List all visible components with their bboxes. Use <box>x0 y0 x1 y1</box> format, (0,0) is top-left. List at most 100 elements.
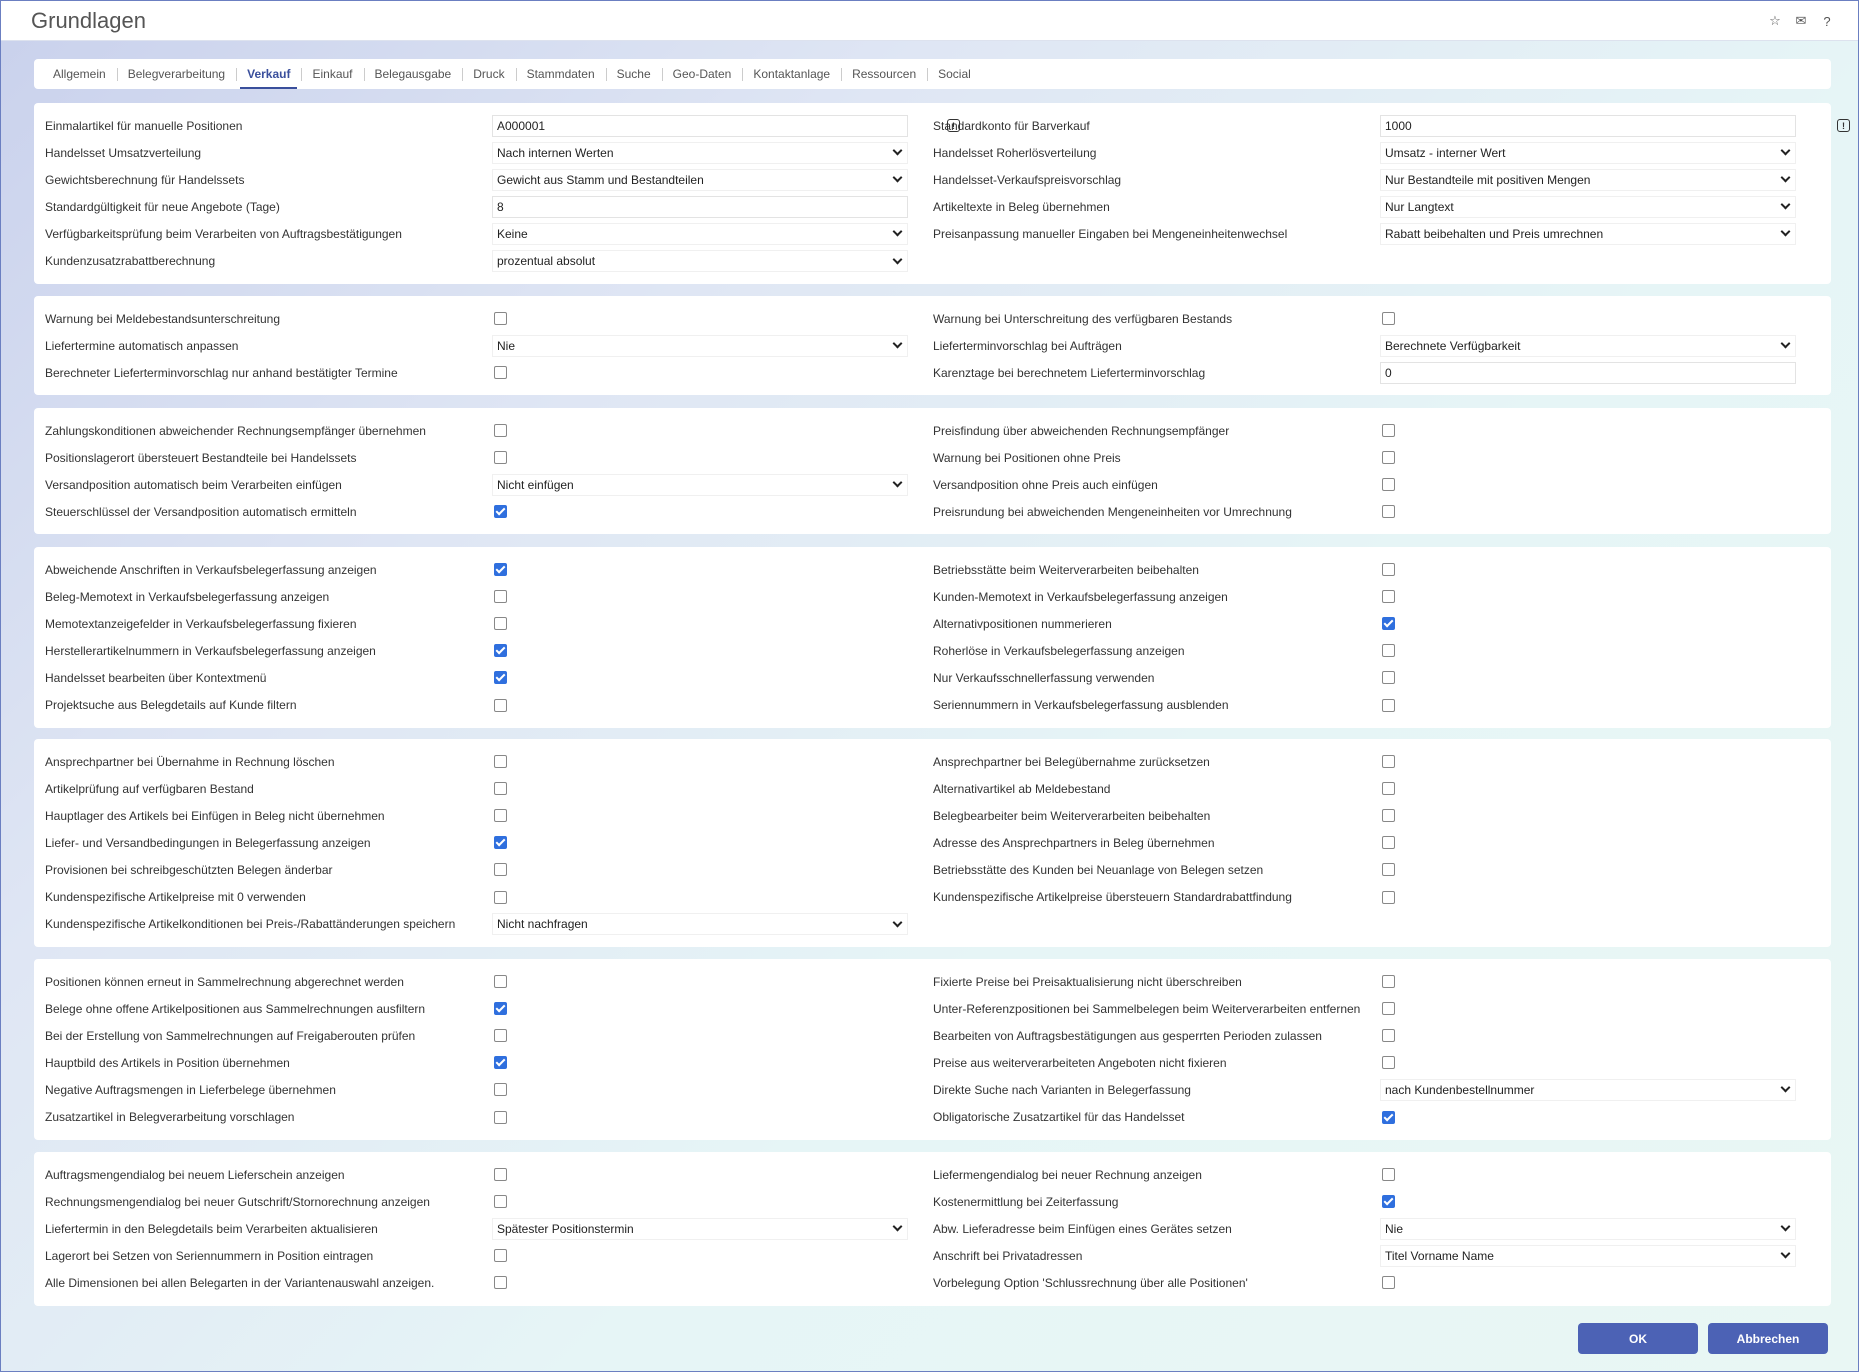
info-icon[interactable]: ! <box>1837 119 1850 132</box>
tab-stammdaten[interactable]: Stammdaten <box>515 59 606 89</box>
setting-label: Nur Verkaufsschnellerfassung verwenden <box>933 670 1155 685</box>
chevron-down-icon <box>892 254 903 264</box>
checkbox-preisrundung-bei-abweichenden-mengeneinheiten-vor-[interactable] <box>1382 505 1395 519</box>
setting-label: Kundenspezifische Artikelkonditionen bei… <box>45 917 456 932</box>
setting-row: Artikeltexte in Beleg übernehmen Nur Lang… <box>34 193 1831 220</box>
select-lieferterminvorschlag-bei-auftragen[interactable]: Berechnete Verfügbarkeit <box>1380 334 1796 357</box>
select-kundenspezifische-artikelkonditionen-bei-preis-rab[interactable]: Nicht nachfragen <box>492 913 908 936</box>
checkbox-preise-aus-weiterverarbeiteten-angeboten-nicht-fix[interactable] <box>1382 1056 1395 1070</box>
checkbox-liefermengendialog-bei-neuer-rechnung-anzeigen[interactable] <box>1382 1168 1395 1181</box>
setting-row: Fixierte Preise bei Preisaktualisierung … <box>34 968 1831 995</box>
setting-row: Betriebsstätte beim Weiterverarbeiten be… <box>34 556 1831 583</box>
checkbox-roherlose-in-verkaufsbelegerfassung-anzeigen[interactable] <box>1382 644 1395 658</box>
setting-row: Preisrundung bei abweichenden Mengeneinh… <box>34 498 1831 525</box>
checkbox-betriebsstatte-beim-weiterverarbeiten-beibehalten[interactable] <box>1382 563 1395 576</box>
setting-row: Kundenspezifische Artikelkonditionen bei… <box>34 911 1831 938</box>
select-abw-lieferadresse-beim-einfugen-eines-gerates-setz[interactable]: Nie <box>1380 1217 1796 1240</box>
input-karenztage-bei-berechnetem-lieferterminvorschlag[interactable]: 0 <box>1380 361 1796 384</box>
select-handelsset-roherlosverteilung[interactable]: Umsatz - interner Wert <box>1380 141 1796 164</box>
setting-label: Lieferterminvorschlag bei Aufträgen <box>933 338 1122 353</box>
select-value: Nur Bestandteile mit positiven Mengen <box>1385 172 1591 187</box>
tab-druck[interactable]: Druck <box>462 59 515 89</box>
settings-section: Ansprechpartner bei Übernahme in Rechnun… <box>34 739 1831 947</box>
mail-icon[interactable]: ✉ <box>1792 12 1810 30</box>
checkbox-vorbelegung-option-schlussrechnung-uber-alle-posit[interactable] <box>1382 1276 1395 1290</box>
setting-row: Betriebsstätte des Kunden bei Neuanlage … <box>34 856 1831 883</box>
chevron-down-icon <box>892 917 903 928</box>
checkbox-kundenspezifische-artikelpreise-ubersteuern-standa[interactable] <box>1382 890 1395 904</box>
checkbox-betriebsstatte-des-kunden-bei-neuanlage-von-belege[interactable] <box>1382 863 1395 877</box>
setting-label: Warnung bei Unterschreitung des verfügba… <box>933 311 1233 326</box>
setting-label: Obligatorische Zusatzartikel für das Han… <box>933 1110 1185 1124</box>
checkbox-bearbeiten-von-auftragsbestatigungen-aus-gesperrte[interactable] <box>1382 1029 1395 1043</box>
tab-belegverarbeitung[interactable]: Belegverarbeitung <box>116 59 236 89</box>
checkbox-ansprechpartner-bei-belegubernahme-zurucksetzen[interactable] <box>1382 755 1395 768</box>
chevron-down-icon <box>1780 338 1791 349</box>
tab-kontaktanlage[interactable]: Kontaktanlage <box>742 59 841 89</box>
checkbox-versandposition-ohne-preis-auch-einfugen[interactable] <box>1382 478 1395 492</box>
setting-label: Abw. Lieferadresse beim Einfügen eines G… <box>933 1221 1232 1236</box>
select-value: Umsatz - interner Wert <box>1385 145 1506 160</box>
checkbox-seriennummern-in-verkaufsbelegerfassung-ausblenden[interactable] <box>1382 698 1395 712</box>
setting-row: Standardkonto für Barverkauf 1000! <box>34 112 1850 139</box>
setting-row: Alternativartikel ab Meldebestand <box>34 775 1831 802</box>
tab-verkauf[interactable]: Verkauf <box>236 59 301 89</box>
checkbox-adresse-des-ansprechpartners-in-beleg-ubernehmen[interactable] <box>1382 836 1395 850</box>
tab-social[interactable]: Social <box>927 59 982 89</box>
setting-label: Unter-Referenzpositionen bei Sammelbeleg… <box>933 1001 1361 1016</box>
setting-label: Preisrundung bei abweichenden Mengeneinh… <box>933 504 1292 519</box>
select-preisanpassung-manueller-eingaben-bei-mengeneinhei[interactable]: Rabatt beibehalten und Preis umrechnen <box>1380 222 1796 245</box>
checkbox-fixierte-preise-bei-preisaktualisierung-nicht-uber[interactable] <box>1382 975 1395 988</box>
checkbox-unter-referenzpositionen-bei-sammelbelegen-beim-we[interactable] <box>1382 1002 1395 1016</box>
setting-row: Nur Verkaufsschnellerfassung verwenden <box>34 664 1831 691</box>
checkbox-warnung-bei-positionen-ohne-preis[interactable] <box>1382 451 1395 465</box>
ok-button[interactable]: OK <box>1578 1323 1698 1354</box>
select-anschrift-bei-privatadressen[interactable]: Titel Vorname Name <box>1380 1244 1796 1267</box>
checkbox-nur-verkaufsschnellerfassung-verwenden[interactable] <box>1382 671 1395 685</box>
input-standardkonto-fur-barverkauf[interactable]: 1000 <box>1380 114 1796 137</box>
checkbox-preisfindung-uber-abweichenden-rechnungsempfanger[interactable] <box>1382 424 1395 437</box>
checkbox-alternativpositionen-nummerieren[interactable] <box>1382 617 1395 631</box>
setting-label: Alternativartikel ab Meldebestand <box>933 781 1111 796</box>
setting-row: Ansprechpartner bei Belegübernahme zurüc… <box>34 748 1831 775</box>
select-value: Berechnete Verfügbarkeit <box>1385 338 1521 353</box>
setting-label: Betriebsstätte beim Weiterverarbeiten be… <box>933 562 1199 577</box>
tab-suche[interactable]: Suche <box>605 59 662 89</box>
setting-label: Preise aus weiterverarbeiteten Angeboten… <box>933 1055 1227 1070</box>
setting-row: Roherlöse in Verkaufsbelegerfassung anze… <box>34 637 1831 664</box>
tab-bar: Allgemein Belegverarbeitung Verkauf Einkauf… <box>34 59 1831 89</box>
star-icon[interactable]: ☆ <box>1766 12 1784 30</box>
setting-row: Seriennummern in Verkaufsbelegerfassung … <box>34 692 1831 719</box>
setting-label: Standardkonto für Barverkauf <box>933 118 1090 133</box>
setting-row: Bearbeiten von Auftragsbestätigungen aus… <box>34 1022 1831 1049</box>
tab-ressourcen[interactable]: Ressourcen <box>841 59 927 89</box>
setting-row: Obligatorische Zusatzartikel für das Han… <box>34 1104 1831 1131</box>
select-kundenzusatzrabattberechnung[interactable]: prozentual absolut <box>492 250 908 272</box>
checkbox-kunden-memotext-in-verkaufsbelegerfassung-anzeigen[interactable] <box>1382 590 1395 604</box>
setting-row: Warnung bei Positionen ohne Preis <box>34 444 1831 471</box>
setting-label: Versandposition ohne Preis auch einfügen <box>933 477 1158 492</box>
cancel-button[interactable]: Abbrechen <box>1708 1323 1828 1354</box>
setting-row: Preise aus weiterverarbeiteten Angeboten… <box>34 1049 1831 1076</box>
setting-row: Warnung bei Unterschreitung des verfügba… <box>34 305 1831 332</box>
tab-geo-daten[interactable]: Geo-Daten <box>661 59 743 89</box>
tab-belegausgabe[interactable]: Belegausgabe <box>363 59 463 89</box>
settings-section: Warnung bei Meldebestandsunterschreitung… <box>34 296 1831 395</box>
checkbox-warnung-bei-unterschreitung-des-verfugbaren-bestan[interactable] <box>1382 312 1395 325</box>
checkbox-kostenermittlung-bei-zeiterfassung[interactable] <box>1382 1195 1395 1209</box>
select-direkte-suche-nach-varianten-in-belegerfassung[interactable]: nach Kundenbestellnummer <box>1380 1078 1796 1101</box>
setting-label: Bearbeiten von Auftragsbestätigungen aus… <box>933 1028 1322 1043</box>
tab-einkauf[interactable]: Einkauf <box>301 59 363 89</box>
setting-row: Unter-Referenzpositionen bei Sammelbeleg… <box>34 995 1831 1022</box>
checkbox-alternativartikel-ab-meldebestand[interactable] <box>1382 782 1395 796</box>
setting-row: Preisanpassung manueller Eingaben bei Me… <box>34 220 1831 247</box>
chevron-down-icon <box>1780 172 1791 183</box>
select-handelsset-verkaufspreisvorschlag[interactable]: Nur Bestandteile mit positiven Mengen <box>1380 168 1796 191</box>
select-value: Rabatt beibehalten und Preis umrechnen <box>1385 226 1604 241</box>
help-icon[interactable]: ? <box>1818 12 1836 30</box>
setting-row: Kunden-Memotext in Verkaufsbelegerfassun… <box>34 583 1831 610</box>
checkbox-belegbearbeiter-beim-weiterverarbeiten-beibehalten[interactable] <box>1382 809 1395 823</box>
tab-allgemein[interactable]: Allgemein <box>42 59 117 89</box>
select-artikeltexte-in-beleg-ubernehmen[interactable]: Nur Langtext <box>1380 195 1796 218</box>
checkbox-obligatorische-zusatzartikel-fur-das-handelsset[interactable] <box>1382 1110 1395 1124</box>
